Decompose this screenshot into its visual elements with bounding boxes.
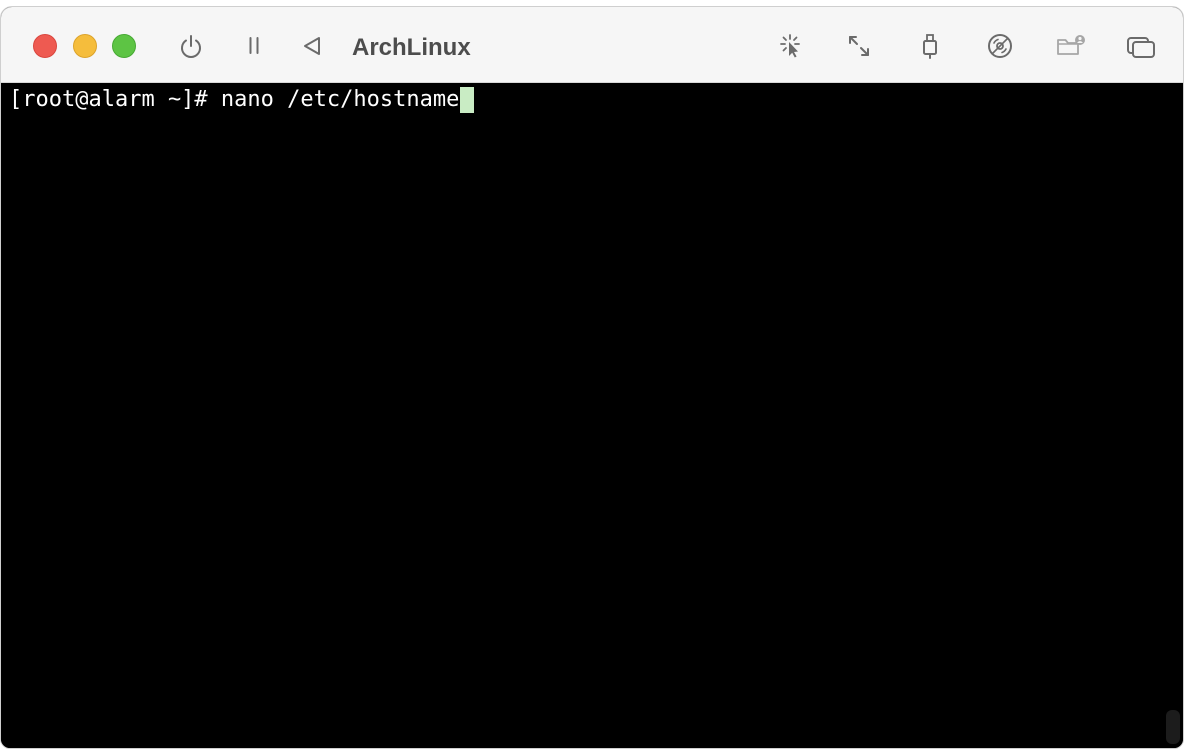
- vm-window: ArchLinux [root@alarm ~]# nano /etc/host…: [0, 6, 1184, 749]
- usb-icon[interactable]: [913, 29, 947, 63]
- scroll-handle[interactable]: [1166, 710, 1180, 744]
- capture-cursor-icon[interactable]: [773, 29, 807, 63]
- close-button[interactable]: [33, 34, 57, 58]
- minimize-button[interactable]: [73, 34, 97, 58]
- terminal-screen[interactable]: [root@alarm ~]# nano /etc/hostname: [1, 83, 1183, 748]
- shared-folder-icon[interactable]: [1054, 29, 1088, 63]
- resize-arrows-icon[interactable]: [842, 29, 876, 63]
- command-line: [root@alarm ~]# nano /etc/hostname: [9, 85, 475, 115]
- disc-icon[interactable]: [983, 29, 1017, 63]
- titlebar: ArchLinux: [1, 7, 1183, 83]
- window-title: ArchLinux: [352, 34, 471, 61]
- back-triangle-icon[interactable]: [295, 29, 329, 63]
- command-text: nano /etc/hostname: [220, 87, 460, 112]
- text-cursor: [460, 87, 475, 113]
- power-icon[interactable]: [174, 29, 208, 63]
- pause-icon[interactable]: [237, 29, 271, 63]
- shell-prompt: [root@alarm ~]#: [9, 87, 221, 112]
- display-icon[interactable]: [1124, 29, 1158, 63]
- zoom-button[interactable]: [112, 34, 136, 58]
